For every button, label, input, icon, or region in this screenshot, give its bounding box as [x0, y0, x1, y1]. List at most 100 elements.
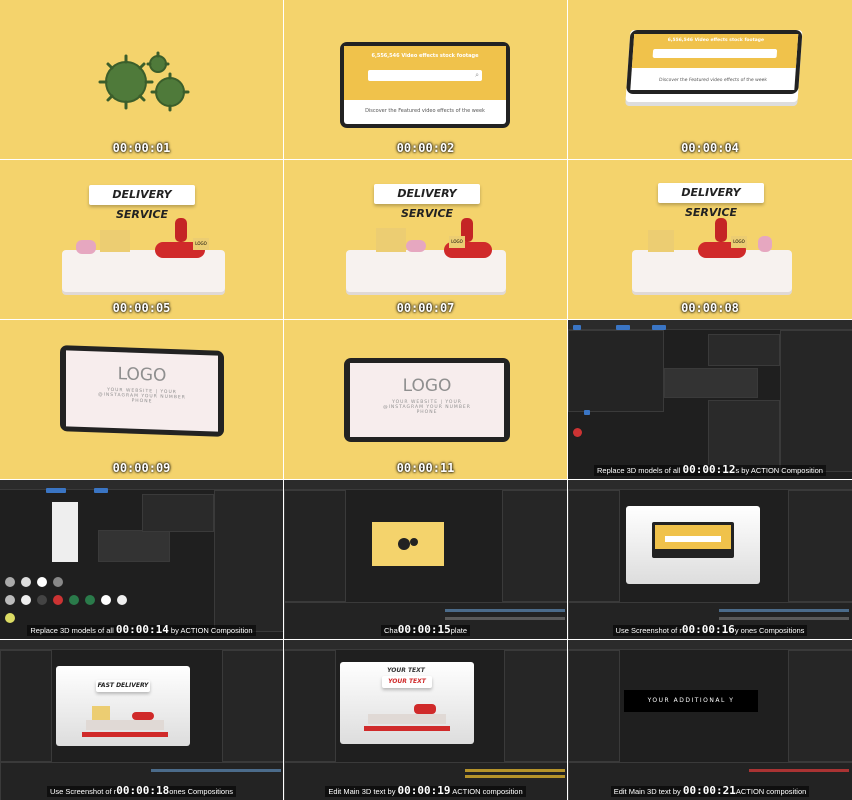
project-panel[interactable] — [0, 650, 52, 762]
platform — [368, 714, 446, 724]
hill-icon — [76, 240, 96, 254]
building-icon — [648, 230, 674, 252]
frame-10[interactable]: Replace 3D models of all 00:00:14 by ACT… — [0, 480, 283, 639]
delivery-banner: DELIVERY SERVICE — [374, 184, 480, 220]
base-strip — [82, 732, 168, 737]
menu-bar — [0, 640, 283, 650]
composition-viewer[interactable] — [372, 522, 444, 566]
timestamp: 00:00:05 — [112, 301, 171, 315]
dialog-window[interactable] — [98, 530, 170, 562]
caption: Replace 3D models of all 00:00:14 by ACT… — [0, 623, 283, 636]
project-panel[interactable] — [568, 650, 620, 762]
additional-text: YOUR ADDITIONAL Y — [647, 697, 735, 704]
hill-icon — [758, 236, 772, 252]
caption: Cha00:00:15plate — [284, 623, 567, 636]
toolbar-button[interactable] — [94, 488, 108, 493]
effects-panel[interactable] — [222, 650, 283, 762]
frame-5[interactable]: DELIVERY SERVICE LOGO 00:00:07 — [284, 160, 567, 319]
menu-bar — [0, 480, 283, 490]
virus-icon — [98, 51, 190, 112]
layer-list[interactable] — [142, 494, 214, 532]
box-logo: LOGO — [449, 236, 465, 248]
project-panel[interactable] — [284, 650, 336, 762]
caption: Edit Main 3D text by 00:00:21ACTION comp… — [568, 784, 852, 797]
effects-panel[interactable] — [504, 650, 567, 762]
effects-panel[interactable] — [788, 490, 852, 602]
screen-title: 6,556,546 Video effects stock footage — [371, 53, 479, 59]
viewport-object — [52, 502, 78, 562]
delivery-banner: DELIVERY SERVICE — [89, 185, 195, 221]
tablet-frame: LOGO YOUR WEBSITE | YOUR @INSTAGRAM YOUR… — [60, 345, 224, 437]
base-strip — [364, 726, 450, 731]
scooter-icon — [132, 712, 154, 720]
menu-bar — [568, 480, 852, 490]
timestamp: 00:00:08 — [681, 301, 739, 315]
frame-3[interactable]: 6,556,546 Video effects stock footage Di… — [568, 0, 852, 159]
hill-icon — [406, 240, 426, 252]
platform — [86, 720, 164, 730]
frame-2[interactable]: 6,556,546 Video effects stock footage ⌕ … — [284, 0, 567, 159]
building-icon — [376, 228, 406, 252]
main-text-banner: YOUR TEXT — [382, 676, 432, 688]
project-panel[interactable] — [568, 330, 664, 412]
menu-bar — [568, 320, 852, 330]
menu-bar — [284, 640, 567, 650]
frame-4[interactable]: DELIVERY SERVICE LOGO 00:00:05 — [0, 160, 283, 319]
delivery-banner: FAST DELIVERY — [96, 680, 150, 692]
building-icon — [92, 706, 110, 720]
frame-12[interactable]: Use Screenshot of r00:00:16y ones Compos… — [568, 480, 852, 639]
material-panel[interactable] — [708, 400, 780, 472]
scooter-icon — [414, 704, 436, 714]
properties-panel[interactable] — [214, 490, 283, 632]
building-icon — [100, 230, 130, 252]
frame-1[interactable]: 00:00:01 — [0, 0, 283, 159]
timestamp: 00:00:04 — [681, 141, 739, 155]
effects-panel[interactable] — [788, 650, 852, 762]
screen-text: Discover the Featured video effects of t… — [658, 78, 768, 83]
frame-9[interactable]: Replace 3D models of all 00:00:12s by AC… — [568, 320, 852, 479]
rider-icon — [715, 218, 727, 242]
menu-bar — [284, 480, 567, 490]
main-text-outline: YOUR TEXT — [387, 667, 425, 674]
frame-13[interactable]: FAST DELIVERY Use Screenshot of r00:00:1… — [0, 640, 283, 800]
frame-8[interactable]: LOGO YOUR WEBSITE | YOUR @INSTAGRAM YOUR… — [284, 320, 567, 479]
composition-viewer[interactable]: YOUR ADDITIONAL Y — [624, 690, 758, 712]
caption: Use Screenshot of r00:00:18ones Composit… — [0, 784, 283, 797]
toolbar-button[interactable] — [584, 410, 590, 415]
frame-11[interactable]: Cha00:00:15plate — [284, 480, 567, 639]
material-grid[interactable] — [2, 572, 142, 624]
thumbnail-grid: 00:00:01 6,556,546 Video effects stock f… — [0, 0, 852, 800]
tablet-frame — [652, 522, 734, 558]
frame-6[interactable]: DELIVERY SERVICE LOGO 00:00:08 — [568, 160, 852, 319]
composition-viewer[interactable]: FAST DELIVERY — [56, 666, 190, 746]
search-bar[interactable] — [652, 49, 778, 58]
screen-title: 6,556,546 Video effects stock footage — [667, 38, 765, 43]
delivery-banner: DELIVERY SERVICE — [658, 183, 764, 219]
caption: Use Screenshot of r00:00:16y ones Compos… — [568, 623, 852, 636]
frame-14[interactable]: YOUR TEXT YOUR TEXT Edit Main 3D text by… — [284, 640, 567, 800]
project-panel[interactable] — [568, 490, 620, 602]
properties-panel[interactable] — [780, 330, 852, 472]
toolbar-button[interactable] — [46, 488, 66, 493]
dialog-window[interactable] — [664, 368, 758, 398]
composition-viewer[interactable]: YOUR TEXT YOUR TEXT — [340, 662, 474, 744]
search-bar[interactable]: ⌕ — [368, 70, 482, 81]
tablet-frame: 6,556,546 Video effects stock footage Di… — [626, 30, 803, 94]
frame-7[interactable]: LOGO YOUR WEBSITE | YOUR @INSTAGRAM YOUR… — [0, 320, 283, 479]
timestamp: 00:00:11 — [396, 461, 455, 475]
project-panel[interactable] — [284, 490, 346, 602]
timestamp: 00:00:09 — [112, 461, 171, 475]
layer-list[interactable] — [708, 334, 780, 366]
effects-panel[interactable] — [502, 490, 567, 602]
material-sphere-icon[interactable] — [573, 428, 582, 437]
search-bar — [665, 536, 721, 542]
box-logo: LOGO — [731, 236, 747, 248]
rider-icon — [175, 218, 187, 242]
virus-icon — [398, 538, 418, 550]
frame-15[interactable]: YOUR ADDITIONAL Y Edit Main 3D text by 0… — [568, 640, 852, 800]
tablet-frame: LOGO YOUR WEBSITE | YOUR @INSTAGRAM YOUR… — [344, 358, 510, 442]
search-icon: ⌕ — [475, 71, 479, 79]
screen-text: Discover the Featured video effects of t… — [365, 108, 485, 114]
composition-viewer[interactable] — [626, 506, 760, 584]
timestamp: 00:00:01 — [112, 141, 171, 155]
